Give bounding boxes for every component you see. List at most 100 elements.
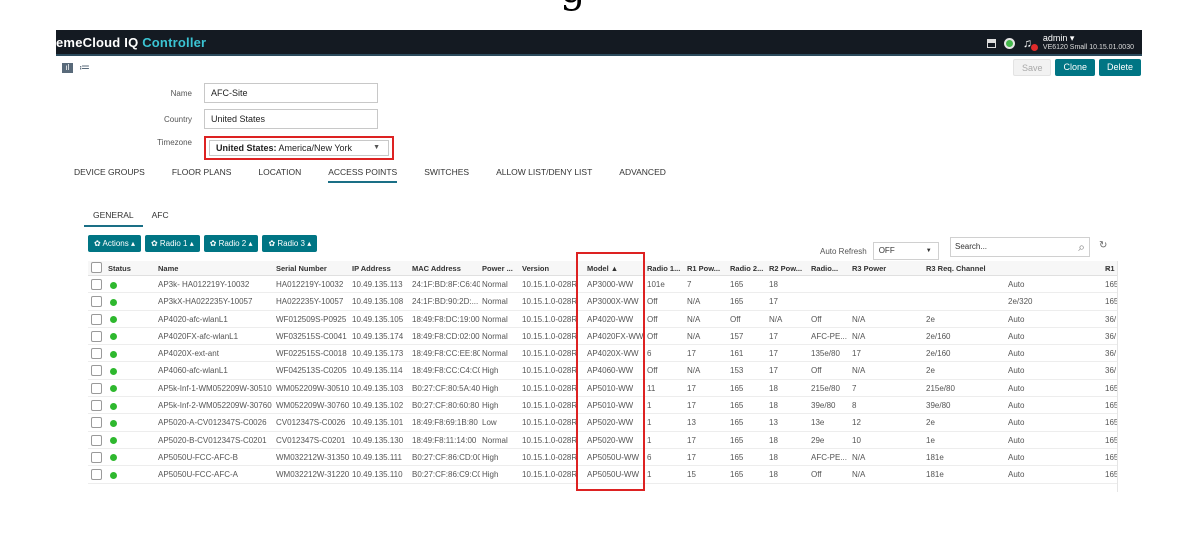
table-cell: 165 [1105,452,1118,462]
table-row[interactable]: AP5050U-FCC-AFC-A WM032212W-31220 10.49.13… [88,466,1117,484]
delete-button[interactable]: Delete [1098,59,1141,76]
table-cell: Low [482,418,497,428]
chart-view-icon[interactable]: ıl [62,63,73,73]
table-cell: 10.15.1.0-028R [522,470,578,480]
list-view-icon[interactable]: ≔ [79,63,90,74]
column-header[interactable]: R1 Pow... [687,261,727,275]
table-cell: 13e [811,418,825,428]
server-icon[interactable] [986,38,996,48]
table-cell: 18:49:F8:DC:19:00 [412,314,480,324]
clone-button[interactable]: Clone [1055,59,1095,76]
save-button[interactable]: Save [1012,59,1052,76]
row-checkbox[interactable] [91,469,102,481]
status-online-icon [110,367,117,375]
country-input[interactable]: United States [204,109,378,129]
radio-2-button[interactable]: ✿ Radio 2 ▴ [203,235,259,252]
refresh-icon[interactable]: ↻ [1099,240,1107,251]
row-checkbox[interactable] [91,296,102,308]
table-cell: 10.49.135.114 [352,366,403,376]
tab-allow-deny-list[interactable]: ALLOW LIST/DENY LIST [496,167,592,183]
actions-button[interactable]: ✿ Actions ▴ [88,235,141,252]
table-row[interactable]: AP3k- HA012219Y-10032 HA012219Y-10032 10.4… [88,276,1117,294]
column-header[interactable]: R3 Power [852,261,924,275]
table-cell [852,276,924,292]
column-header[interactable]: IP Address [352,261,410,275]
table-cell: 17 [769,349,778,359]
table-cell: 36/ [1105,366,1117,376]
row-checkbox[interactable] [91,417,102,429]
tab-location[interactable]: LOCATION [258,167,301,183]
row-checkbox[interactable] [91,313,102,325]
table-row[interactable]: AP5050U-FCC-AFC-B WM032212W-31350 10.49.13… [88,449,1118,467]
row-checkbox[interactable] [91,400,102,412]
column-header[interactable]: Radio 2... [730,261,767,275]
column-header[interactable]: R3 Req. Channel [926,261,1004,275]
table-row[interactable]: AP3kX-HA022235Y-10057 HA022235Y-10057 10.4… [88,293,1117,311]
table-cell: N/A [852,470,866,480]
table-cell: 165 [1105,418,1118,428]
select-all-checkbox[interactable] [91,262,102,273]
table-row[interactable]: AP5020-A-CV012347S-C0026 CV012347S-C0026 1… [88,414,1118,432]
table-cell: Off [647,331,658,341]
column-header[interactable]: R2 Pow... [769,261,809,275]
tab-floor-plans[interactable]: FLOOR PLANS [172,167,232,183]
row-checkbox[interactable] [91,330,102,342]
column-header[interactable]: Status [108,261,153,275]
radio-1-button[interactable]: ✿ Radio 1 ▴ [144,235,200,252]
table-cell: 24:1F:BD:90:2D:... [412,297,479,307]
tab-switches[interactable]: SWITCHES [424,167,469,183]
row-checkbox[interactable] [91,434,102,446]
search-input[interactable]: Search... ⌕ [950,237,1090,257]
table-cell: 165 [730,383,744,393]
search-icon[interactable]: ⌕ [1078,239,1085,255]
column-header[interactable]: Name [158,261,273,275]
column-header[interactable]: Radio... [811,261,850,275]
table-cell: 10.15.1.0-028R [522,280,578,289]
table-cell: N/A [852,314,866,324]
column-menu-icon[interactable]: ≡ [1105,261,1110,276]
row-checkbox[interactable] [91,451,102,463]
column-header[interactable]: Power ... [482,261,520,275]
timezone-select[interactable]: United States: America/New York ▼ [209,140,389,156]
row-checkbox[interactable] [91,365,102,377]
name-input[interactable]: AFC-Site [204,83,378,103]
column-header[interactable]: Version [522,261,585,275]
tab-device-groups[interactable]: DEVICE GROUPS [74,167,145,183]
table-cell: Normal [482,280,508,289]
column-header[interactable]: Serial Number [276,261,350,275]
table-cell: AP5k-Inf-2-WM052209W-30760 [158,401,272,411]
table-cell: 181e [926,470,944,480]
user-menu[interactable]: admin ▾ VE6120 Small 10.15.01.0030 [1043,34,1134,52]
table-cell: 10.15.1.0-028R [522,366,578,376]
table-cell: 10.15.1.0-028R [522,435,578,445]
row-checkbox[interactable] [91,348,102,360]
subtab-general[interactable]: GENERAL [84,210,143,227]
subtab-afc[interactable]: AFC [143,210,178,227]
column-header[interactable]: Radio 1... [647,261,685,275]
radio-3-button[interactable]: ✿ Radio 3 ▴ [262,235,318,252]
table-row[interactable]: AP5020-B-CV012347S-C0201 CV012347S-C0201 1… [88,432,1117,449]
table-row[interactable]: AP4020-afc-wlanL1 WF012509S-P0925 10.49.13… [88,311,1117,328]
row-checkbox[interactable] [91,382,102,394]
table-row[interactable]: AP4020X-ext-ant WF022515S-C0018 10.49.135.… [88,345,1117,363]
row-checkbox[interactable] [91,279,102,290]
tab-advanced[interactable]: ADVANCED [619,167,666,183]
table-cell: 17 [852,349,861,359]
column-header[interactable]: Model ▲ [587,261,645,275]
table-row[interactable]: AP5k-Inf-1-WM052209W-30510 WM052209W-3051… [88,380,1117,398]
table-cell: 135e/80 [811,349,840,359]
table-cell: 10.15.1.0-028R [522,401,578,411]
table-cell: 165 [730,470,744,480]
table-row[interactable]: AP4020FX-afc-wlanL1 WF032515S-C0041 10.49.… [88,328,1117,346]
table-cell: 24:1F:BD:8F:C6:40 [412,280,480,289]
table-cell: 18 [769,470,778,480]
table-cell: AFC-PE... [811,331,848,341]
tab-access-points[interactable]: ACCESS POINTS [328,167,398,183]
table-row[interactable]: AP5k-Inf-2-WM052209W-30760 WM052209W-3076… [88,397,1117,415]
table-row[interactable]: AP4060-afc-wlanL1 WF042513S-C0205 10.49.13… [88,362,1117,380]
bell-icon[interactable]: ♫ [1023,36,1038,51]
auto-refresh-select[interactable]: OFF ▼ [872,242,939,260]
status-icon[interactable] [1003,37,1015,49]
main-tabs: DEVICE GROUPS FLOOR PLANS LOCATION ACCES… [74,167,693,183]
column-header[interactable]: MAC Address [412,261,480,275]
